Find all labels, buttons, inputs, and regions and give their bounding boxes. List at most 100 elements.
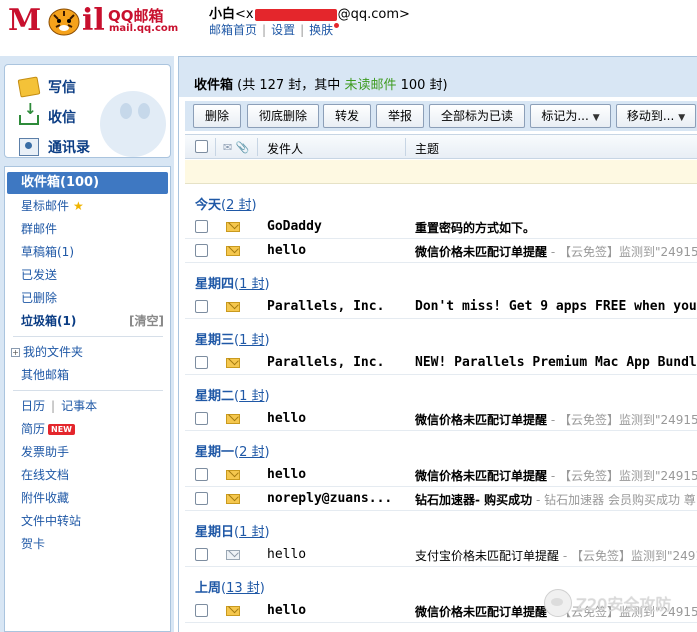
user-info: 小白<x @qq.com>: [209, 3, 410, 22]
sidebar-item-cards[interactable]: 贺卡: [5, 533, 170, 555]
sidebar-item-other-mailboxes[interactable]: 其他邮箱: [5, 364, 170, 386]
chevron-down-icon: ▼: [592, 113, 600, 123]
row-checkbox[interactable]: [195, 220, 208, 233]
email-row[interactable]: hello 支付宝价格未匹配订单提醒 - 【云免签】监测到"24915: [185, 543, 697, 567]
sender-column-header[interactable]: 发件人: [267, 140, 303, 157]
link-separator: |: [300, 23, 305, 37]
group-count[interactable]: (1 封): [234, 525, 270, 540]
group-count[interactable]: (1 封): [234, 333, 270, 348]
contacts-button[interactable]: 通讯录: [19, 135, 90, 157]
subject-column-header[interactable]: 主题: [415, 140, 439, 157]
email-subject: 重置密码的方式如下。: [415, 221, 536, 235]
row-checkbox[interactable]: [195, 468, 208, 481]
date-group: 星期日(1 封): [195, 521, 270, 540]
sidebar-item-starred[interactable]: 星标邮件 ★: [5, 195, 170, 217]
sidebar-item-group-mail[interactable]: 群邮件: [5, 218, 170, 240]
write-button[interactable]: 写信: [17, 75, 76, 99]
row-checkbox[interactable]: [195, 492, 208, 505]
date-group: 今天(2 封): [195, 194, 257, 213]
contacts-icon: [19, 138, 39, 156]
link-separator: |: [51, 399, 56, 413]
row-checkbox[interactable]: [195, 244, 208, 257]
email-subject: Don't miss! Get 9 apps FREE when you buy: [415, 299, 697, 314]
unread-envelope-icon: [226, 246, 240, 256]
forward-button[interactable]: 转发: [323, 104, 371, 128]
group-label: 星期一: [195, 445, 235, 460]
group-count[interactable]: (2 封): [234, 445, 270, 460]
sidebar-item-drafts[interactable]: 草稿箱(1): [5, 241, 170, 263]
calendar-link[interactable]: 日历: [21, 399, 45, 413]
unread-count: 100 封): [400, 78, 448, 93]
group-count[interactable]: (1 封): [234, 389, 270, 404]
email-suffix: @qq.com>: [337, 7, 410, 22]
link-skin[interactable]: 换肤: [309, 23, 333, 37]
group-count[interactable]: (13 封): [221, 581, 265, 596]
notebook-link[interactable]: 记事本: [61, 399, 97, 413]
email-sender: hello: [267, 547, 307, 562]
row-checkbox[interactable]: [195, 356, 208, 369]
read-envelope-icon: [226, 550, 240, 560]
clear-spam-link[interactable]: [清空]: [129, 310, 164, 332]
date-group: 星期三(1 封): [195, 329, 270, 348]
sidebar-item-invoice[interactable]: 发票助手: [5, 441, 170, 463]
receive-button[interactable]: 收信: [19, 100, 76, 129]
delete-button[interactable]: 删除: [193, 104, 241, 128]
email-row[interactable]: hello 微信价格未匹配订单提醒 - 【云免签】监测到"24915: [185, 407, 697, 431]
link-mail-home[interactable]: 邮箱首页: [209, 23, 257, 37]
email-row[interactable]: noreply@zuans... 钻石加速器- 购买成功 - 钻石加速器 会员购…: [185, 487, 697, 511]
row-checkbox[interactable]: [195, 548, 208, 561]
email-row[interactable]: Parallels, Inc. NEW! Parallels Premium M…: [185, 351, 697, 375]
email-row[interactable]: GoDaddy 重置密码的方式如下。: [185, 215, 697, 239]
group-label: 星期三: [195, 333, 235, 348]
qqmail-logo[interactable]: M il QQ邮箱 mail.qq.com: [8, 3, 178, 38]
sidebar-item-sent[interactable]: 已发送: [5, 264, 170, 286]
sidebar-item-attachments[interactable]: 附件收藏: [5, 487, 170, 509]
sidebar-item-resume[interactable]: 简历 NEW: [5, 418, 170, 440]
mark-as-label: 标记为...: [541, 109, 589, 123]
list-header: ✉ 📎 发件人 主题: [185, 134, 697, 159]
mark-all-read-button[interactable]: 全部标为已读: [429, 104, 525, 128]
toolbar: 删除 彻底删除 转发 举报 全部标为已读 标记为... ▼ 移动到... ▼: [185, 101, 697, 131]
row-checkbox[interactable]: [195, 412, 208, 425]
unread-link[interactable]: 未读邮件: [344, 78, 396, 93]
delete-permanently-button[interactable]: 彻底删除: [247, 104, 319, 128]
unread-envelope-icon: [226, 606, 240, 616]
row-checkbox[interactable]: [195, 604, 208, 617]
sidebar-item-my-folders[interactable]: + 我的文件夹: [5, 341, 170, 363]
left-sidebar: 写信 收信 通讯录 收件箱(100) 星标邮件★ 群邮件 草稿箱(1) 已发送 …: [0, 56, 174, 632]
folder-name: 收件箱: [194, 78, 234, 93]
wechat-logo-icon: [544, 589, 572, 617]
email-sender: hello: [267, 411, 307, 426]
sidebar-item-file-transfer[interactable]: 文件中转站: [5, 510, 170, 532]
unread-envelope-icon: [226, 222, 240, 232]
header-links: 邮箱首页 | 设置 | 换肤: [209, 21, 340, 38]
link-settings[interactable]: 设置: [271, 23, 295, 37]
sidebar-item-online-docs[interactable]: 在线文档: [5, 464, 170, 486]
email-row[interactable]: hello 微信价格未匹配订单提醒 - 【云免签】监测到"24915: [185, 239, 697, 263]
select-all-checkbox[interactable]: [195, 140, 208, 153]
row-checkbox[interactable]: [195, 300, 208, 313]
report-button[interactable]: 举报: [376, 104, 424, 128]
sidebar-item-spam[interactable]: 垃圾箱(1) [清空]: [5, 310, 170, 332]
email-sender: Parallels, Inc.: [267, 355, 385, 370]
group-label: 星期四: [195, 277, 235, 292]
sidebar-item-inbox[interactable]: 收件箱(100): [7, 172, 168, 194]
move-to-dropdown[interactable]: 移动到... ▼: [616, 104, 696, 128]
date-group: 星期四(1 封): [195, 273, 270, 292]
group-label: 星期二: [195, 389, 235, 404]
link-separator: |: [262, 23, 267, 37]
email-row[interactable]: hello 微信价格未匹配订单提醒 - 【云免签】监测到"24915: [185, 463, 697, 487]
column-divider: [257, 138, 258, 156]
sidebar-item-deleted[interactable]: 已删除: [5, 287, 170, 309]
date-group: 星期二(1 封): [195, 385, 270, 404]
group-count[interactable]: (2 封): [221, 198, 257, 213]
mail-list-panel: 收件箱 (共 127 封，其中 未读邮件 100 封) 删除 彻底删除 转发 举…: [178, 56, 697, 632]
email-row[interactable]: Parallels, Inc. Don't miss! Get 9 apps F…: [185, 295, 697, 319]
email-sender: hello: [267, 603, 307, 618]
mark-as-dropdown[interactable]: 标记为... ▼: [530, 104, 611, 128]
notice-bar: [185, 160, 697, 184]
watermark: Z20安全攻防: [544, 588, 671, 618]
expand-icon[interactable]: +: [11, 348, 20, 357]
folder-header: 收件箱 (共 127 封，其中 未读邮件 100 封): [179, 57, 697, 97]
group-count[interactable]: (1 封): [234, 277, 270, 292]
